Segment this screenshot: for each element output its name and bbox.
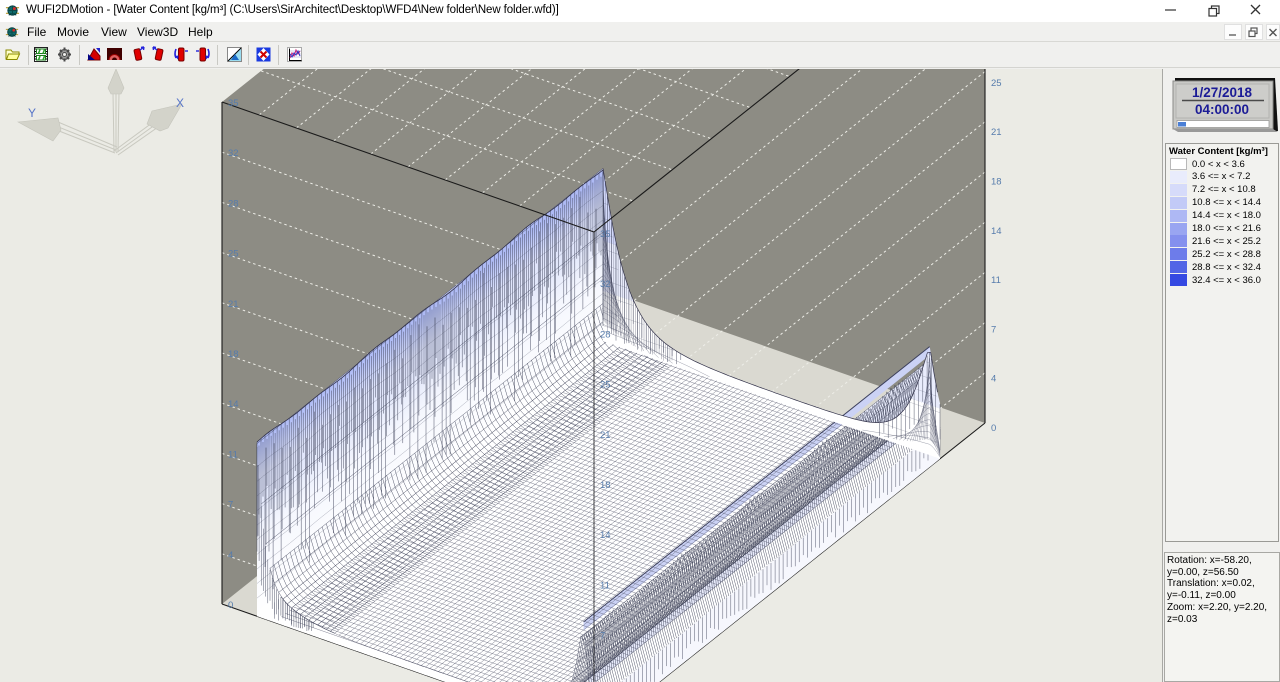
svg-text:14: 14 <box>991 226 1002 237</box>
svg-text:32: 32 <box>600 279 611 290</box>
svg-text:14: 14 <box>228 399 239 410</box>
svg-text:32: 32 <box>228 148 239 159</box>
svg-text:4: 4 <box>228 550 233 561</box>
svg-text:7: 7 <box>228 500 233 511</box>
svg-text:21: 21 <box>228 299 239 310</box>
svg-text:35: 35 <box>228 98 239 109</box>
svg-text:11: 11 <box>228 449 238 460</box>
svg-text:25: 25 <box>228 249 239 260</box>
svg-text:X: X <box>176 96 184 110</box>
svg-text:28: 28 <box>600 329 611 340</box>
svg-text:25: 25 <box>600 380 611 391</box>
svg-text:35: 35 <box>600 229 611 240</box>
svg-text:28: 28 <box>228 198 239 209</box>
svg-text:11: 11 <box>991 275 1001 286</box>
svg-text:14: 14 <box>600 530 611 541</box>
svg-text:0: 0 <box>991 423 996 434</box>
svg-text:7: 7 <box>600 631 605 642</box>
svg-text:18: 18 <box>991 177 1002 188</box>
svg-text:0: 0 <box>228 600 233 611</box>
svg-text:7: 7 <box>991 324 996 335</box>
svg-text:21: 21 <box>991 127 1002 138</box>
svg-text:1/27/2018: 1/27/2018 <box>1192 85 1253 100</box>
svg-text:04:00:00: 04:00:00 <box>1195 102 1249 117</box>
svg-text:18: 18 <box>228 349 239 360</box>
svg-text:25: 25 <box>991 78 1002 89</box>
svg-text:Y: Y <box>28 106 36 120</box>
svg-text:18: 18 <box>600 480 611 491</box>
svg-text:21: 21 <box>600 430 611 441</box>
svg-text:11: 11 <box>600 580 610 591</box>
svg-text:4: 4 <box>991 374 996 385</box>
